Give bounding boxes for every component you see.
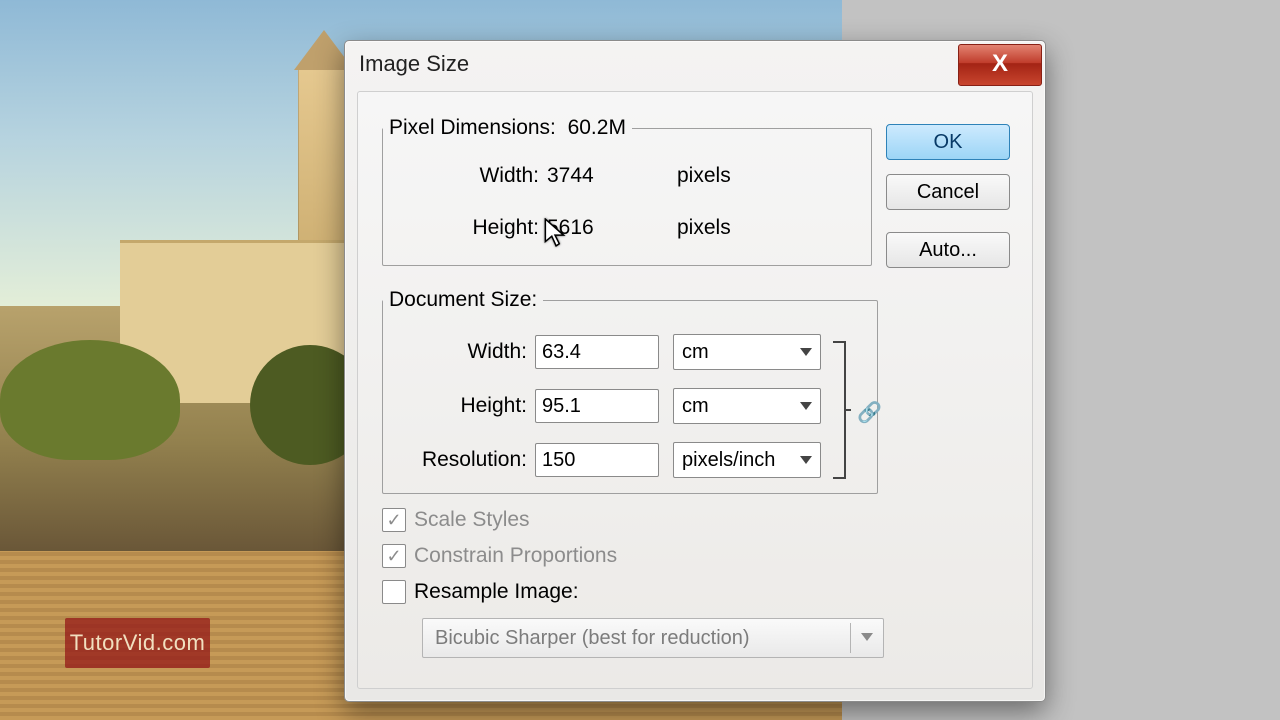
ds-height-label: Height: — [399, 394, 535, 418]
watermark: TutorVid.com — [65, 618, 210, 668]
ds-resolution-unit-value: pixels/inch — [682, 449, 775, 472]
scale-styles-checkbox — [382, 508, 406, 532]
scale-styles-row: Scale Styles — [382, 508, 530, 532]
resample-method-select: Bicubic Sharper (best for reduction) — [422, 618, 884, 658]
pd-height-unit: pixels — [677, 216, 731, 240]
resample-row[interactable]: Resample Image: — [382, 580, 579, 604]
close-button[interactable]: X — [958, 44, 1042, 86]
document-size-group: Document Size: Width: cm Height: cm — [382, 288, 878, 494]
pd-width-value: 3744 — [547, 164, 677, 188]
chevron-down-icon — [861, 633, 873, 641]
pixel-dimensions-group: Pixel Dimensions: 60.2M Width: 3744 pixe… — [382, 116, 872, 266]
pd-width-label: Width: — [411, 164, 547, 188]
resample-label: Resample Image: — [414, 580, 579, 604]
document-size-legend: Document Size: — [383, 288, 543, 312]
scale-styles-label: Scale Styles — [414, 508, 530, 532]
select-separator — [850, 623, 851, 653]
dialog-body: Pixel Dimensions: 60.2M Width: 3744 pixe… — [357, 91, 1033, 689]
pd-height-value: 5616 — [547, 216, 677, 240]
button-column: OK Cancel Auto... — [886, 124, 1010, 282]
ds-width-unit-select[interactable]: cm — [673, 334, 821, 370]
resample-method-value: Bicubic Sharper (best for reduction) — [435, 627, 750, 650]
pd-width-unit: pixels — [677, 164, 731, 188]
ds-height-unit-select[interactable]: cm — [673, 388, 821, 424]
chain-link-icon: 🔗 — [857, 400, 882, 425]
pixel-dimensions-size: 60.2M — [568, 116, 626, 139]
ds-height-unit-value: cm — [682, 395, 709, 418]
constrain-checkbox — [382, 544, 406, 568]
image-size-dialog: Image Size X Pixel Dimensions: 60.2M Wid… — [344, 40, 1046, 702]
auto-button[interactable]: Auto... — [886, 232, 1010, 268]
link-bracket-icon — [831, 340, 851, 480]
cancel-button[interactable]: Cancel — [886, 174, 1010, 210]
ds-resolution-unit-select[interactable]: pixels/inch — [673, 442, 821, 478]
constrain-row: Constrain Proportions — [382, 544, 617, 568]
bg-tree — [0, 340, 180, 460]
ds-resolution-input[interactable] — [535, 443, 659, 477]
constrain-label: Constrain Proportions — [414, 544, 617, 568]
chevron-down-icon — [800, 402, 812, 410]
dialog-title: Image Size — [345, 51, 469, 77]
chevron-down-icon — [800, 456, 812, 464]
resample-checkbox[interactable] — [382, 580, 406, 604]
pd-height-label: Height: — [411, 216, 547, 240]
ok-button[interactable]: OK — [886, 124, 1010, 160]
ds-width-unit-value: cm — [682, 341, 709, 364]
titlebar: Image Size — [345, 41, 1045, 87]
chevron-down-icon — [800, 348, 812, 356]
pixel-dimensions-legend: Pixel Dimensions: 60.2M — [383, 116, 632, 140]
ds-width-input[interactable] — [535, 335, 659, 369]
ds-width-label: Width: — [399, 340, 535, 364]
ds-resolution-label: Resolution: — [399, 448, 535, 472]
pixel-dimensions-label: Pixel Dimensions: — [389, 116, 556, 139]
ds-height-input[interactable] — [535, 389, 659, 423]
